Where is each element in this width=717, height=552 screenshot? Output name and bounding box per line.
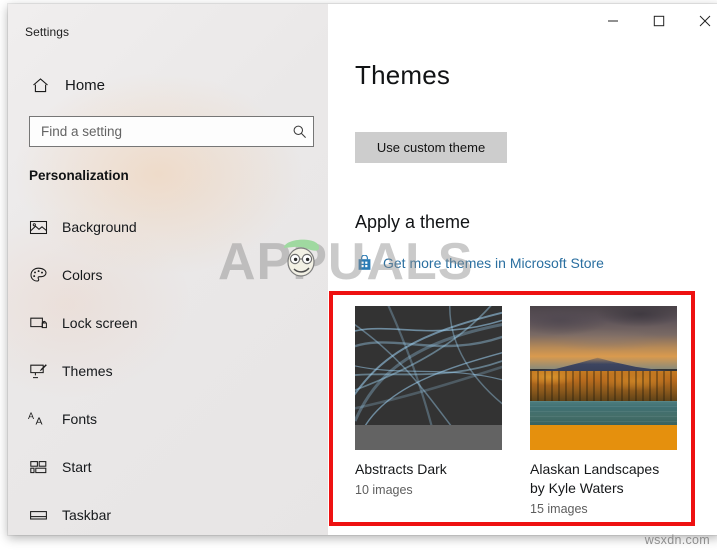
maximize-icon[interactable] (636, 4, 682, 37)
sidebar-item-fonts[interactable]: A A Fonts (8, 395, 328, 443)
svg-text:A: A (36, 415, 43, 427)
home-icon (29, 77, 51, 94)
sidebar-item-themes[interactable]: Themes (8, 347, 328, 395)
sidebar-item-start[interactable]: Start (8, 443, 328, 491)
sidebar-item-label: Taskbar (62, 507, 112, 523)
theme-accent-bar (530, 425, 677, 450)
minimize-icon[interactable] (590, 4, 636, 37)
apply-a-theme-heading: Apply a theme (355, 212, 471, 232)
store-link-label: Get more themes in Microsoft Store (383, 255, 604, 271)
theme-image-count: 15 images (530, 502, 588, 516)
use-custom-theme-button[interactable]: Use custom theme (355, 132, 507, 163)
settings-window: Home Personalization (8, 4, 717, 535)
settings-sidebar: Home Personalization (8, 4, 328, 535)
search-icon[interactable] (285, 124, 313, 139)
brush-icon (26, 362, 50, 381)
sidebar-item-taskbar[interactable]: Taskbar (8, 491, 328, 535)
search-input[interactable] (30, 124, 285, 139)
page-title: Themes (355, 60, 451, 90)
theme-card-grid: Abstracts Dark 10 images Alaskan Landsca… (355, 306, 677, 516)
theme-card[interactable]: Abstracts Dark 10 images (355, 306, 502, 516)
theme-name: Alaskan Landscapes by Kyle Waters (530, 461, 660, 496)
abstract-light-curves (355, 306, 502, 425)
sidebar-item-colors[interactable]: Colors (8, 251, 328, 299)
landscape-river-texture (530, 401, 677, 425)
sidebar-item-label: Fonts (62, 411, 98, 427)
sidebar-item-label: Background (62, 219, 137, 235)
sidebar-item-label: Colors (62, 267, 103, 283)
wsxdn-watermark: wsxdn.com (644, 533, 710, 547)
sidebar-item-label: Themes (62, 363, 113, 379)
theme-card[interactable]: Alaskan Landscapes by Kyle Waters 15 ima… (530, 306, 677, 516)
sidebar-item-label: Start (62, 459, 92, 475)
theme-image-count: 10 images (355, 483, 413, 497)
theme-accent-bar (355, 425, 502, 450)
search-box[interactable] (29, 116, 314, 147)
screenshot-root: Home Personalization (0, 0, 717, 552)
window-titlebar: Settings (8, 4, 717, 51)
close-icon[interactable] (682, 4, 717, 37)
sidebar-item-background[interactable]: Background (8, 203, 328, 251)
window-title: Settings (25, 25, 70, 39)
taskbar-icon (26, 506, 50, 525)
sidebar-item-label: Lock screen (62, 315, 138, 331)
theme-name: Abstracts Dark (355, 461, 447, 477)
fonts-aa-icon: A A (26, 410, 50, 429)
landscape-forest-texture (530, 370, 677, 403)
sidebar-item-home[interactable]: Home (8, 68, 328, 102)
window-controls (590, 4, 717, 37)
lock-screen-icon (26, 314, 50, 333)
svg-text:A: A (28, 411, 34, 421)
picture-icon (26, 218, 50, 237)
settings-content-pane: Themes Use custom theme Apply a theme Ge… (328, 4, 717, 535)
theme-thumbnail-abstracts-dark[interactable] (355, 306, 502, 450)
sidebar-section-heading: Personalization (29, 168, 129, 183)
microsoft-store-icon (355, 255, 373, 271)
theme-thumbnail-alaskan-landscapes[interactable] (530, 306, 677, 450)
palette-icon (26, 266, 50, 285)
sidebar-nav-list: Background Colors Lock screen Themes A A… (8, 203, 328, 535)
sidebar-item-lock-screen[interactable]: Lock screen (8, 299, 328, 347)
sidebar-home-label: Home (65, 76, 106, 94)
get-more-themes-link[interactable]: Get more themes in Microsoft Store (355, 255, 604, 271)
start-tiles-icon (26, 458, 50, 477)
